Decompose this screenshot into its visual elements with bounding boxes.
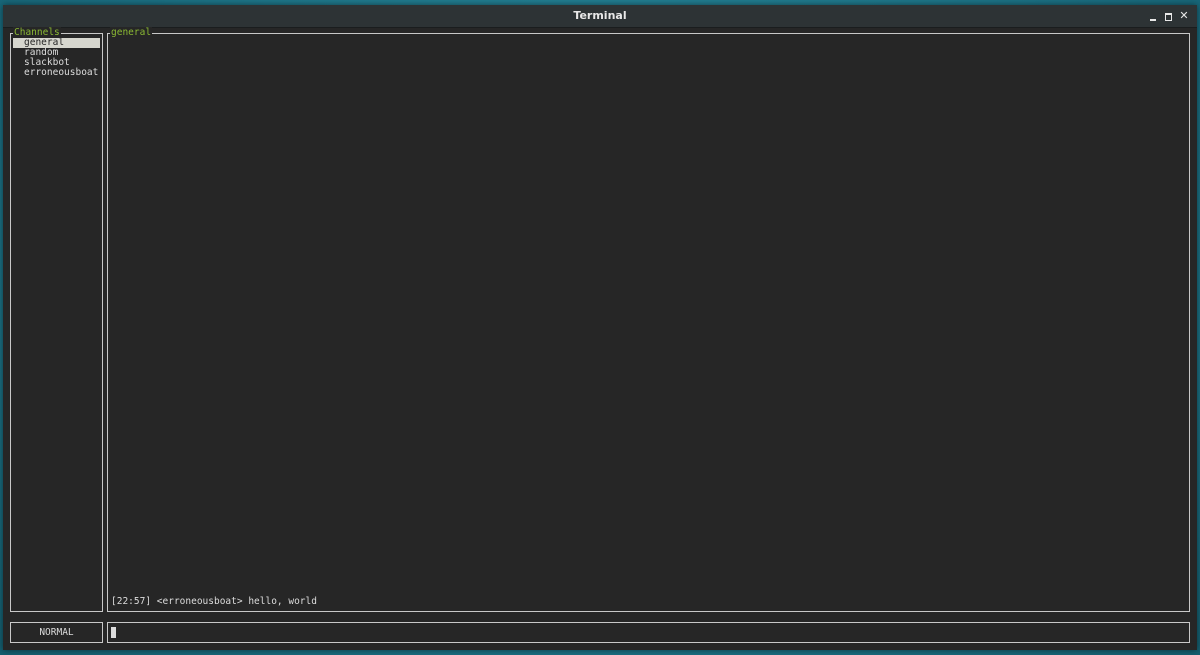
maximize-button[interactable] xyxy=(1161,9,1175,23)
minimize-icon xyxy=(1150,19,1156,21)
message-line: [22:57] <erroneousboat> hello, world xyxy=(111,596,317,608)
message-input[interactable] xyxy=(107,622,1190,643)
message-user: <erroneousboat> xyxy=(156,596,243,607)
minimize-button[interactable] xyxy=(1146,9,1160,23)
message-text: hello, world xyxy=(248,596,317,607)
text-cursor xyxy=(111,627,116,638)
close-icon: ✕ xyxy=(1179,9,1189,22)
window-title: Terminal xyxy=(573,9,627,22)
mode-indicator: NORMAL xyxy=(10,622,103,643)
channel-list: general random slackbot erroneousboat xyxy=(13,38,100,78)
maximize-icon xyxy=(1165,13,1172,21)
terminal-window: Terminal ✕ Channels general random slack… xyxy=(3,5,1197,650)
channels-pane: Channels general random slackbot erroneo… xyxy=(10,27,103,612)
title-bar[interactable]: Terminal ✕ xyxy=(3,5,1197,28)
mode-label: NORMAL xyxy=(39,627,74,638)
channel-item-erroneousboat[interactable]: erroneousboat xyxy=(13,68,100,78)
message-time: [22:57] xyxy=(111,596,152,607)
messages-pane[interactable]: general [22:57] <erroneousboat> hello, w… xyxy=(107,27,1190,612)
close-button[interactable]: ✕ xyxy=(1177,9,1191,23)
messages-pane-title: general xyxy=(110,27,153,39)
